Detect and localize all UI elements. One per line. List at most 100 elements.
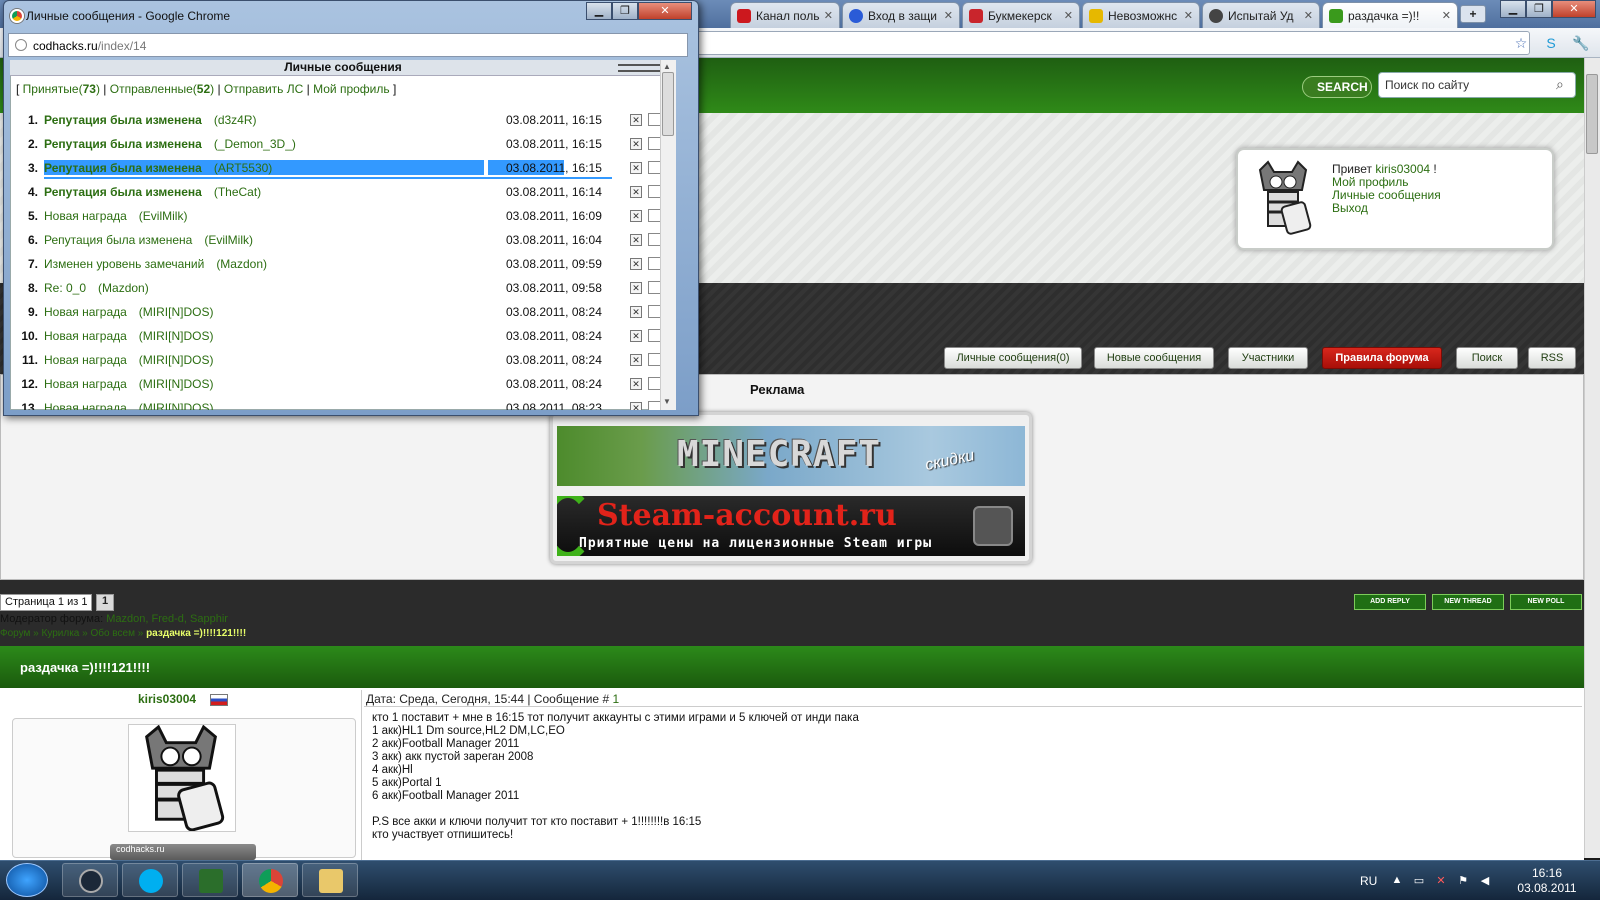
volume-icon[interactable]: ◀ [1478, 874, 1492, 888]
scroll-down-icon[interactable]: ▼ [663, 397, 671, 406]
new-tab-button[interactable]: + [1460, 5, 1486, 23]
magnifier-icon[interactable]: ⌕ [1556, 76, 1564, 93]
delete-icon[interactable]: ✕ [630, 162, 642, 174]
pm-subject-link[interactable]: Репутация была изменена (EvilMilk) [44, 233, 253, 247]
pm-subject-link[interactable]: Новая награда (MIRI[N]DOS) [44, 401, 213, 410]
close-button[interactable]: ✕ [1552, 0, 1596, 18]
start-button[interactable] [6, 863, 48, 897]
pm-sender[interactable]: (EvilMilk) [204, 233, 253, 247]
new-thread-button[interactable]: NEW THREAD [1432, 594, 1504, 610]
tab-bookmaker[interactable]: Букмекерск ✕ [962, 2, 1080, 28]
my-profile-link[interactable]: Мой профиль [1332, 175, 1409, 189]
scroll-up-icon[interactable]: ▲ [663, 62, 671, 71]
delete-icon[interactable]: ✕ [630, 258, 642, 270]
delete-icon[interactable]: ✕ [630, 138, 642, 150]
tab-secure-login[interactable]: Вход в защи ✕ [842, 2, 960, 28]
user-avatar [1258, 160, 1312, 235]
pm-sender[interactable]: (TheCat) [214, 185, 261, 199]
star-icon[interactable]: ☆ [1512, 34, 1530, 52]
close-icon[interactable]: ✕ [1064, 9, 1073, 22]
maximize-button[interactable]: ❐ [1526, 0, 1552, 18]
pm-subject-link[interactable]: Новая награда (MIRI[N]DOS) [44, 377, 213, 391]
site-search-input[interactable]: Поиск по сайту [1378, 72, 1576, 98]
pm-sender[interactable]: (d3z4R) [214, 113, 257, 127]
taskbar-chrome[interactable] [242, 863, 298, 897]
pm-subject-link[interactable]: Репутация была изменена (ART5530) [44, 161, 272, 175]
pm-sender[interactable]: (MIRI[N]DOS) [139, 353, 214, 367]
private-messages-link[interactable]: Личные сообщения [1332, 188, 1441, 202]
language-indicator[interactable]: RU [1360, 874, 1377, 888]
nav-forum-rules[interactable]: Правила форума [1322, 347, 1442, 369]
main-address-bar[interactable] [690, 31, 1530, 55]
taskbar-app[interactable] [182, 863, 238, 897]
nav-search[interactable]: Поиск [1456, 347, 1518, 369]
delete-icon[interactable]: ✕ [630, 234, 642, 246]
pm-subject-link[interactable]: Репутация была изменена (_Demon_3D_) [44, 137, 296, 151]
delete-icon[interactable]: ✕ [630, 330, 642, 342]
add-reply-button[interactable]: ADD REPLY [1354, 594, 1426, 610]
clock[interactable]: 16:16 03.08.2011 [1512, 866, 1582, 896]
moderator-links[interactable]: Mazdon, Fred-d, Sapphir [106, 613, 228, 625]
page-number-1[interactable]: 1 [96, 594, 114, 611]
wrench-icon[interactable]: 🔧 [1572, 34, 1590, 52]
nav-rss[interactable]: RSS [1528, 347, 1576, 369]
logout-link[interactable]: Выход [1332, 201, 1368, 215]
search-button[interactable]: SEARCH [1302, 76, 1372, 98]
pm-sender[interactable]: (EvilMilk) [139, 209, 188, 223]
main-scrollbar[interactable] [1584, 58, 1600, 858]
pm-sender[interactable]: (MIRI[N]DOS) [139, 305, 214, 319]
pm-sender[interactable]: (ART5530) [214, 161, 272, 175]
pm-subject-link[interactable]: Новая награда (MIRI[N]DOS) [44, 305, 213, 319]
pm-subject-link[interactable]: Re: 0_0 (Mazdon) [44, 281, 149, 295]
username-link[interactable]: kiris03004 [1375, 162, 1430, 176]
close-icon[interactable]: ✕ [1184, 9, 1193, 22]
minecraft-ad[interactable]: MINECRAFT скидки [557, 426, 1025, 486]
main-scrollbar-thumb[interactable] [1586, 74, 1598, 154]
close-icon[interactable]: ✕ [1304, 9, 1313, 22]
delete-icon[interactable]: ✕ [630, 210, 642, 222]
close-icon[interactable]: ✕ [824, 9, 833, 22]
post-author-name[interactable]: kiris03004 [138, 692, 196, 706]
chevron-up-icon[interactable]: ▲ [1390, 874, 1404, 888]
delete-icon[interactable]: ✕ [630, 186, 642, 198]
steam-account-ad[interactable]: Steam-account.ru Приятные цены на лиценз… [557, 496, 1025, 556]
nav-private-messages[interactable]: Личные сообщения(0) [944, 347, 1082, 369]
flag-icon[interactable]: ⚑ [1456, 874, 1470, 888]
pm-subject-link[interactable]: Репутация была изменена (d3z4R) [44, 113, 257, 127]
pm-sender[interactable]: (Mazdon) [216, 257, 267, 271]
delete-icon[interactable]: ✕ [630, 306, 642, 318]
tab-impossible[interactable]: Невозможнс ✕ [1082, 2, 1200, 28]
monitor-icon[interactable]: ▭ [1412, 874, 1426, 888]
taskbar-steam[interactable] [62, 863, 118, 897]
pm-sender[interactable]: (MIRI[N]DOS) [139, 329, 214, 343]
close-icon[interactable]: ✕ [944, 9, 953, 22]
network-icon[interactable]: ✕ [1434, 874, 1448, 888]
tab-try-luck[interactable]: Испытай Уд ✕ [1202, 2, 1320, 28]
pm-subject-link[interactable]: Репутация была изменена (TheCat) [44, 185, 261, 199]
minimize-button[interactable]: ▁ [1500, 0, 1526, 18]
nav-new-posts[interactable]: Новые сообщения [1094, 347, 1214, 369]
pm-subject-link[interactable]: Новая награда (MIRI[N]DOS) [44, 329, 213, 343]
delete-icon[interactable]: ✕ [630, 402, 642, 410]
pm-sender[interactable]: (Mazdon) [98, 281, 149, 295]
taskbar-skype[interactable] [122, 863, 178, 897]
tab-youtube[interactable]: Канал польз ✕ [730, 2, 840, 28]
pm-subject-link[interactable]: Новая награда (EvilMilk) [44, 209, 187, 223]
delete-icon[interactable]: ✕ [630, 282, 642, 294]
taskbar-explorer[interactable] [302, 863, 358, 897]
new-poll-button[interactable]: NEW POLL [1510, 594, 1582, 610]
nav-members[interactable]: Участники [1228, 347, 1308, 369]
delete-icon[interactable]: ✕ [630, 114, 642, 126]
pm-subject-link[interactable]: Новая награда (MIRI[N]DOS) [44, 353, 213, 367]
pm-sender[interactable]: (MIRI[N]DOS) [139, 377, 214, 391]
pm-sender[interactable]: (MIRI[N]DOS) [139, 401, 214, 410]
popup-scrollbar-thumb[interactable] [662, 72, 674, 136]
post-number-link[interactable]: 1 [612, 692, 619, 706]
tab-giveaway[interactable]: раздачка =)!! ✕ [1322, 2, 1458, 28]
delete-icon[interactable]: ✕ [630, 378, 642, 390]
pm-subject-link[interactable]: Изменен уровень замечаний (Mazdon) [44, 257, 267, 271]
skype-extension-icon[interactable]: S [1542, 34, 1560, 52]
pm-sender[interactable]: (_Demon_3D_) [214, 137, 296, 151]
delete-icon[interactable]: ✕ [630, 354, 642, 366]
close-icon[interactable]: ✕ [1442, 9, 1451, 22]
